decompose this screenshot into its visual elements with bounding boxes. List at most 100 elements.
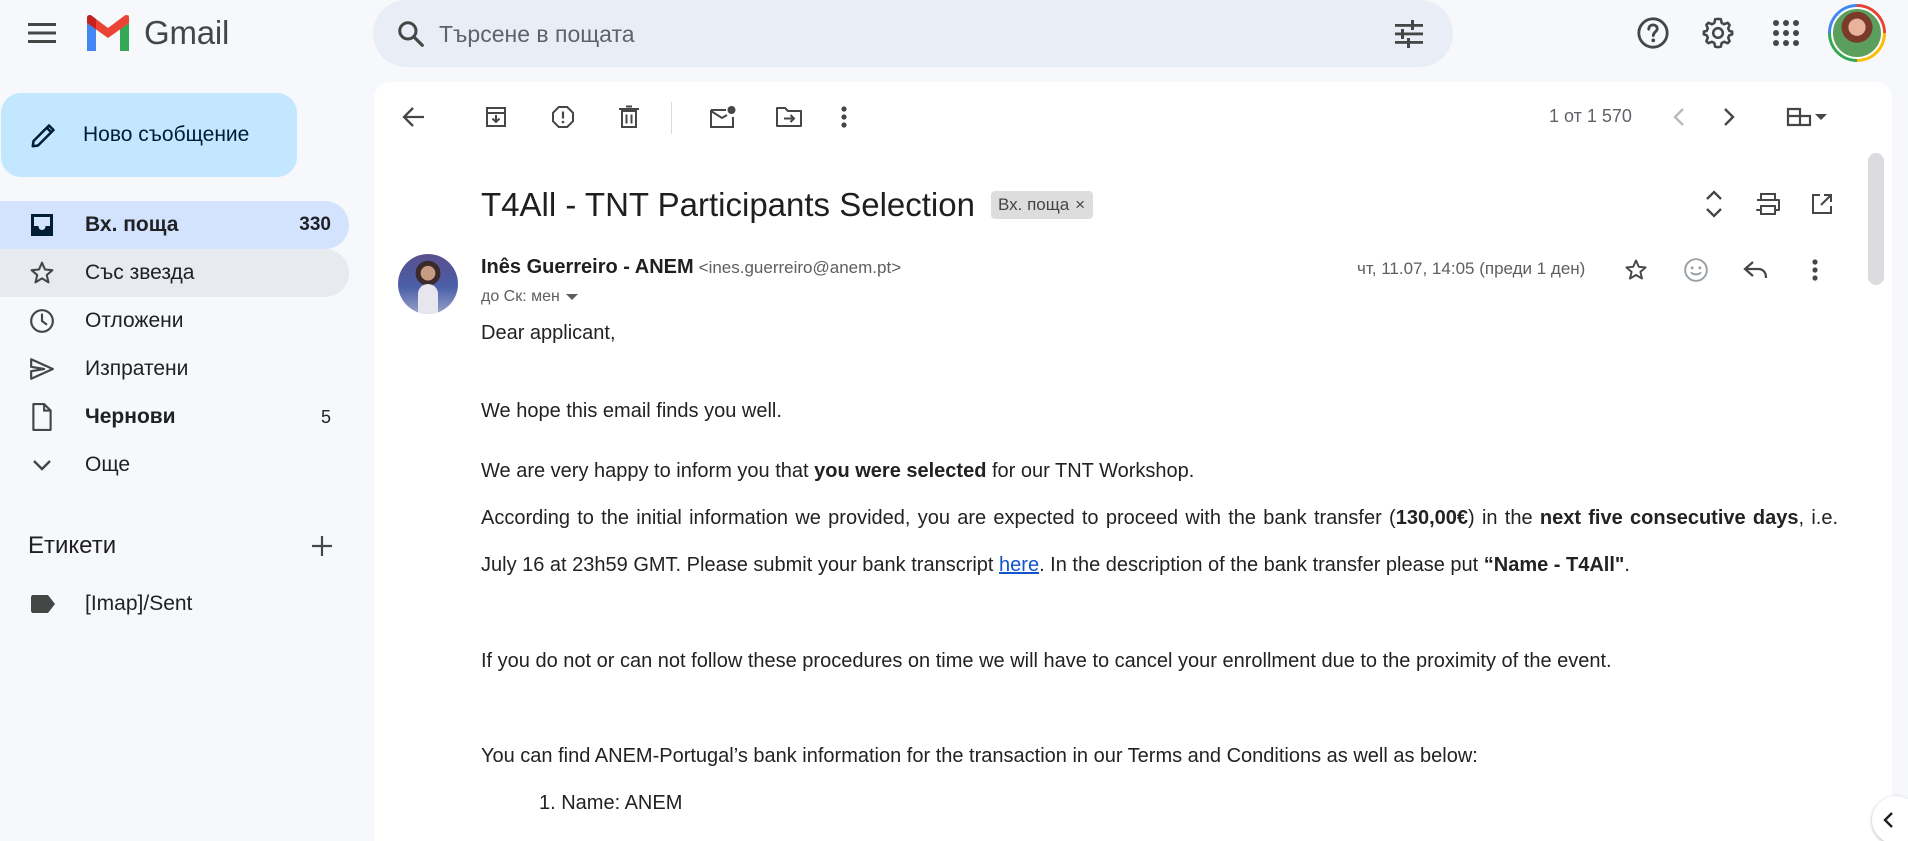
main-menu-button[interactable] [18, 12, 66, 54]
search-input[interactable] [439, 14, 1339, 54]
bank-transcript-link[interactable]: here [999, 554, 1039, 576]
move-to-button[interactable] [768, 96, 810, 138]
sidebar-item-label: Вх. поща [85, 213, 179, 236]
search-bar [373, 0, 1453, 67]
account-photo [1831, 7, 1883, 59]
mark-unread-button[interactable] [702, 96, 744, 138]
view-split-icon [1786, 106, 1812, 128]
report-spam-button[interactable] [542, 96, 584, 138]
sender-email: <ines.guerreiro@anem.pt> [698, 258, 902, 277]
email-paragraph-3: According to the initial information we … [481, 495, 1838, 589]
add-reaction-button[interactable] [1674, 248, 1718, 292]
pagination-text: 1 от 1 570 [1549, 106, 1632, 126]
gmail-logo[interactable]: Gmail [84, 12, 229, 54]
sidebar-item-label: Отложени [85, 309, 184, 332]
newer-button[interactable] [1658, 96, 1700, 138]
more-actions-button[interactable] [823, 96, 865, 138]
star-icon [26, 257, 58, 289]
email-subject: T4All - TNT Participants Selection [481, 186, 975, 223]
message-more-button[interactable] [1793, 248, 1837, 292]
settings-button[interactable] [1695, 10, 1741, 56]
back-to-inbox-button[interactable] [393, 96, 435, 138]
help-button[interactable] [1630, 10, 1676, 56]
labels-header: Етикети [28, 528, 338, 564]
sidebar-item-more[interactable]: Още [0, 441, 349, 489]
text-run: According to the initial information we … [481, 507, 1396, 529]
chevron-down-icon [26, 449, 58, 481]
scrollbar-thumb[interactable] [1868, 153, 1884, 285]
open-in-new-icon [1810, 192, 1834, 216]
labels-title: Етикети [28, 532, 117, 559]
sidebar-item-drafts[interactable]: Чернови 5 [0, 393, 349, 441]
sender-name[interactable]: Inês Guerreiro - ANEM [481, 256, 694, 279]
top-bar: Gmail [0, 0, 1908, 67]
more-vert-icon [1811, 258, 1819, 282]
remove-label-button[interactable]: × [1075, 195, 1085, 215]
email-paragraph-2: We are very happy to inform you that you… [481, 448, 1838, 495]
more-vert-icon [840, 105, 848, 129]
app-name: Gmail [144, 14, 230, 51]
inbox-tag: Вх. поща × [990, 191, 1094, 219]
older-button[interactable] [1708, 96, 1750, 138]
archive-icon [484, 105, 508, 129]
sidebar-item-label: Чернови [85, 405, 176, 428]
text-run-bold: 130,00€ [1395, 507, 1468, 529]
text-run: for our TNT Workshop. [986, 460, 1195, 482]
archive-button[interactable] [475, 96, 517, 138]
print-icon [1755, 192, 1781, 216]
expand-all-button[interactable] [1692, 182, 1736, 226]
sidebar-nav: Вх. поща 330 Със звезда Отложени Изпрате… [0, 201, 350, 489]
email-date: чт, 11.07, 14:05 (преди 1 ден) [1357, 259, 1586, 278]
reply-button[interactable] [1734, 248, 1778, 292]
back-icon [402, 106, 426, 128]
label-icon [28, 589, 58, 619]
delete-button[interactable] [608, 96, 650, 138]
star-button[interactable] [1614, 248, 1658, 292]
sidebar-item-sent[interactable]: Изпратени [0, 345, 349, 393]
unfold-icon [1705, 190, 1723, 218]
sidebar-item-starred[interactable]: Със звезда [0, 249, 349, 297]
google-apps-button[interactable] [1763, 10, 1809, 56]
recipients-text: до Ск: мен [481, 288, 560, 305]
sidebar-item-label: Още [85, 453, 131, 476]
reply-icon [1743, 259, 1769, 281]
text-run: . In the description of the bank transfe… [1039, 554, 1484, 576]
sender-line: Inês Guerreiro - ANEM <ines.guerreiro@an… [481, 256, 901, 279]
report-spam-icon [551, 105, 575, 129]
search-options-button[interactable] [1387, 12, 1431, 56]
draft-icon [26, 401, 58, 433]
account-avatar[interactable] [1828, 4, 1886, 62]
text-run-bold: next five consecutive days [1539, 507, 1799, 529]
unread-count: 330 [299, 214, 331, 235]
message-view: 1 от 1 570 T4All - TNT Participants Sele… [374, 82, 1892, 841]
open-new-window-button[interactable] [1800, 182, 1844, 226]
email-greeting: Dear applicant, [481, 322, 616, 344]
sidebar-item-snoozed[interactable]: Отложени [0, 297, 349, 345]
sidebar-item-label: Със звезда [85, 261, 195, 284]
apps-grid-icon [1772, 19, 1800, 47]
menu-icon [27, 22, 57, 44]
inbox-icon [26, 209, 58, 241]
email-paragraph-4: If you do not or can not follow these pr… [481, 650, 1612, 672]
text-run: We are very happy to inform you that [481, 460, 815, 482]
sidebar-item-inbox[interactable]: Вх. поща 330 [0, 201, 349, 249]
side-panel-toggle[interactable] [1872, 796, 1908, 841]
delete-icon [618, 105, 640, 129]
email-paragraph-5: You can find ANEM-Portugal’s bank inform… [481, 745, 1478, 767]
toolbar-divider [671, 102, 672, 134]
search-button[interactable] [391, 14, 431, 54]
recipients-toggle[interactable]: до Ск: мен [481, 288, 578, 306]
split-view-toggle[interactable] [1774, 96, 1840, 138]
chevron-right-icon [1722, 106, 1736, 128]
print-button[interactable] [1746, 182, 1790, 226]
star-outline-icon [1624, 258, 1648, 282]
compose-button[interactable]: Ново съобщение [1, 93, 297, 177]
tag-label: Вх. поща [997, 195, 1070, 214]
sender-avatar[interactable] [398, 254, 458, 314]
gmail-m-icon [84, 15, 132, 51]
sidebar-label-imap-sent[interactable]: [Imap]/Sent [0, 580, 349, 628]
drafts-count: 5 [320, 406, 331, 427]
create-label-button[interactable] [300, 528, 344, 564]
chevron-left-icon [1882, 811, 1894, 829]
text-run: ) in the [1468, 507, 1540, 529]
